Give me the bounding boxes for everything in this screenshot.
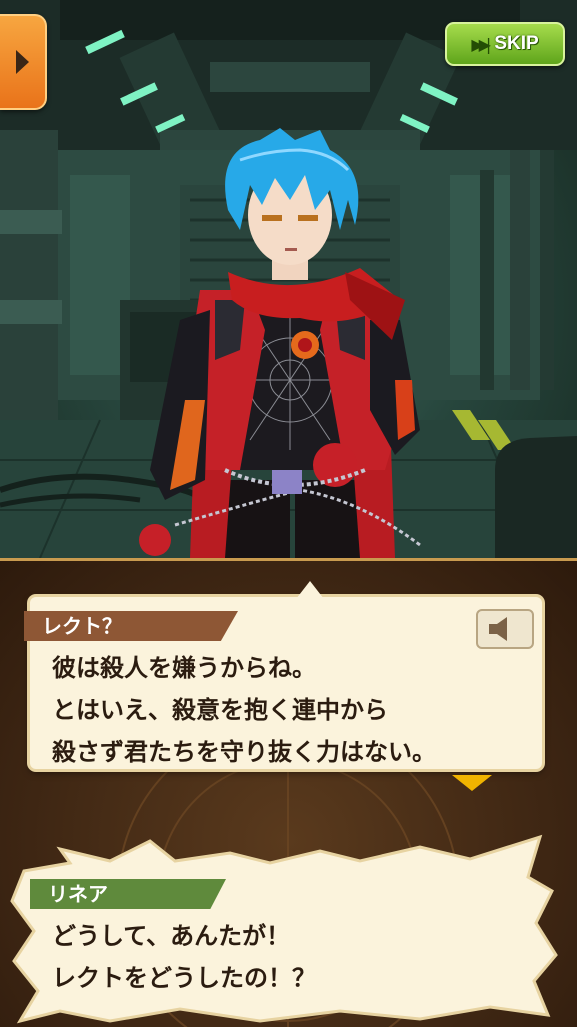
dialogue-line: どうして、あんたが！ [52, 922, 291, 950]
next-page-indicator-icon[interactable] [452, 775, 492, 791]
fast-forward-icon: ▶▶| [471, 34, 491, 54]
dialogue-text: どうして、あんたが！ レクトをどうしたの！？ [52, 915, 316, 999]
dialogue-box-reply[interactable]: リネア どうして、あんたが！ レクトをどうしたの！？ [0, 831, 577, 1027]
menu-button[interactable] [0, 14, 47, 110]
dialogue-line: 彼は殺人を嫌うからね。 [52, 654, 316, 682]
industrial-room-illustration [0, 0, 577, 558]
dialogue-line: 殺さず君たちを守り抜く力はない。 [52, 738, 436, 766]
skip-label: SKIP [494, 33, 539, 54]
play-arrow-icon [16, 50, 29, 74]
dialogue-line: とはいえ、殺意を抱く連中から [52, 696, 388, 724]
dialogue-panel[interactable]: レクト？ 彼は殺人を嫌うからね。とはいえ、殺意を抱く連中から殺さず君たちを守り抜… [0, 558, 577, 1027]
bubble-tail [296, 581, 324, 599]
scene-background: ▶▶| SKIP [0, 0, 577, 558]
speaker-name-tag: レクト？ [24, 611, 238, 641]
dialogue-line: レクトをどうしたの！？ [52, 964, 316, 992]
skip-button[interactable]: ▶▶| SKIP [445, 22, 565, 66]
voice-replay-button[interactable] [476, 609, 534, 649]
dialogue-box-current[interactable]: レクト？ 彼は殺人を嫌うからね。とはいえ、殺意を抱く連中から殺さず君たちを守り抜… [24, 581, 542, 769]
speaker-name-tag: リネア [30, 879, 226, 909]
speaker-icon [489, 617, 507, 641]
dialogue-text: 彼は殺人を嫌うからね。とはいえ、殺意を抱く連中から殺さず君たちを守り抜く力はない… [52, 647, 436, 773]
